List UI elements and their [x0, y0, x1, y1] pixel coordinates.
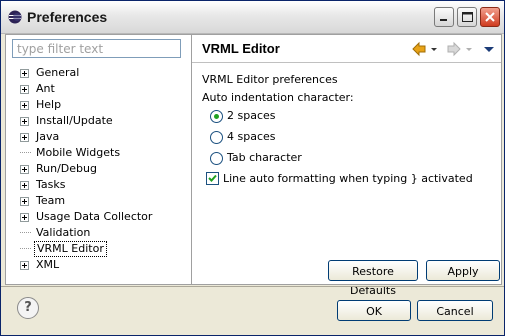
checkbox[interactable] — [206, 172, 219, 185]
help-icon: ? — [24, 300, 32, 315]
menu-triangle-icon — [484, 47, 494, 52]
radio-button[interactable] — [210, 131, 223, 144]
preference-tree-panel: General Ant Help Install/Update Java — [6, 35, 192, 284]
forward-nav-button[interactable] — [446, 41, 474, 57]
page-description: VRML Editor preferences — [202, 73, 338, 86]
radio-button[interactable] — [210, 152, 223, 165]
minimize-button[interactable] — [434, 7, 454, 27]
expand-icon[interactable] — [20, 101, 29, 110]
back-arrow-icon — [412, 41, 426, 57]
expand-icon[interactable] — [20, 85, 29, 94]
tree-item-label: Usage Data Collector — [36, 210, 153, 223]
checkmark-icon — [208, 174, 217, 182]
cancel-button[interactable]: Cancel — [417, 300, 493, 321]
expand-icon[interactable] — [20, 165, 29, 174]
tree-item-label: Help — [36, 98, 62, 111]
indentation-label: Auto indentation character: — [202, 91, 354, 104]
header-divider — [192, 62, 501, 63]
tree-item-label: Java — [36, 130, 60, 143]
tree-item-label: Validation — [36, 226, 91, 239]
expand-icon[interactable] — [20, 69, 29, 78]
expand-icon[interactable] — [20, 197, 29, 206]
back-nav-button[interactable] — [411, 41, 439, 57]
maximize-button[interactable] — [457, 7, 477, 27]
tree-item-label: Ant — [36, 82, 55, 95]
title-bar[interactable]: Preferences — [1, 1, 504, 34]
radio-label: Tab character — [227, 151, 302, 164]
close-icon — [485, 12, 495, 22]
preferences-body: General Ant Help Install/Update Java — [5, 34, 502, 297]
close-button[interactable] — [480, 7, 500, 27]
tree-item-label: Mobile Widgets — [36, 146, 121, 159]
preference-page: VRML Editor VRML Editor preferences Auto… — [192, 35, 501, 297]
tree-item-label: Install/Update — [36, 114, 113, 127]
minimize-icon — [440, 19, 447, 21]
maximize-icon — [462, 12, 473, 22]
tree-connector — [20, 152, 31, 153]
chevron-down-icon — [466, 48, 472, 51]
radio-button[interactable] — [210, 110, 223, 123]
apply-button[interactable]: Apply — [426, 260, 500, 281]
expand-icon[interactable] — [20, 133, 29, 142]
radio-label: 4 spaces — [227, 130, 276, 143]
radio-selected-dot — [214, 114, 219, 119]
restore-defaults-button[interactable]: Restore Defaults — [328, 260, 418, 297]
footer-divider — [1, 286, 504, 287]
filter-input[interactable] — [12, 39, 181, 58]
forward-arrow-icon — [447, 41, 461, 57]
tree-item-label: Tasks — [36, 178, 66, 191]
expand-icon[interactable] — [20, 117, 29, 126]
tree-item-label: VRML Editor — [34, 241, 107, 257]
page-title: VRML Editor — [202, 41, 280, 56]
expand-icon[interactable] — [20, 181, 29, 190]
preferences-window: Preferences General Ant — [0, 0, 505, 336]
tree-item-label: XML — [36, 258, 60, 271]
checkbox-label: Line auto formatting when typing } activ… — [223, 172, 473, 185]
help-button[interactable]: ? — [17, 297, 39, 319]
view-menu-button[interactable] — [482, 41, 496, 57]
tree-item-label: General — [36, 66, 80, 79]
tree-item-label: Run/Debug — [36, 162, 97, 175]
tree-item-label: Team — [36, 194, 66, 207]
tree-connector — [20, 232, 31, 233]
window-title: Preferences — [27, 9, 108, 25]
chevron-down-icon — [431, 48, 437, 51]
expand-icon[interactable] — [20, 213, 29, 222]
eclipse-app-icon — [8, 10, 22, 24]
expand-icon[interactable] — [20, 261, 29, 270]
radio-label: 2 spaces — [227, 109, 276, 122]
tree-connector — [20, 248, 31, 249]
ok-button[interactable]: OK — [337, 300, 411, 321]
